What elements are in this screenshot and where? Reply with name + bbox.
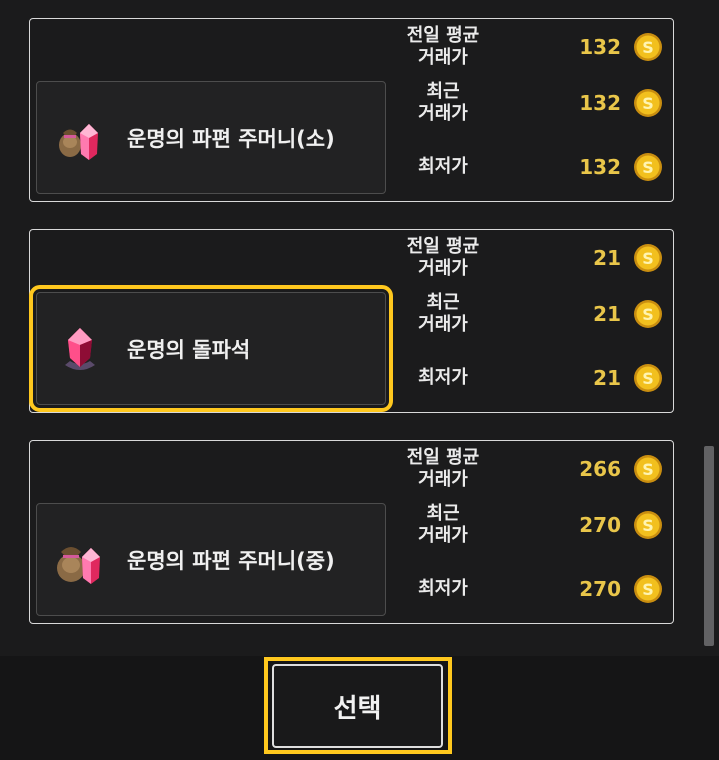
svg-text:S: S [642,38,654,57]
price-row-recent: 최근 거래가 132 S [390,75,675,131]
item-cell[interactable]: 운명의 파편 주머니(중) [36,503,386,616]
item-cell[interactable]: 운명의 파편 주머니(소) [36,81,386,194]
item-name: 운명의 파편 주머니(소) [127,126,335,151]
item-card: 운명의 파편 주머니(중) 전일 평균 거래가 266 S 최근 거래가 270 S [29,440,674,624]
price-value: 266 [579,457,621,481]
gold-coin-icon: S [634,33,662,61]
gold-coin-icon: S [634,575,662,603]
item-card: 운명의 파편 주머니(소) 전일 평균 거래가 132 S 최근 거래가 132 S [29,18,674,202]
price-value: 270 [579,513,621,537]
svg-text:S: S [642,580,654,599]
pouch-with-gem-icon [59,124,98,160]
price-value: 21 [593,246,621,270]
svg-text:S: S [642,305,654,324]
price-label: 최근 거래가 [418,81,468,124]
price-row-lowest: 최저가 270 S [390,561,675,617]
price-value: 132 [579,155,621,179]
svg-text:S: S [642,249,654,268]
item-cell[interactable]: 운명의 돌파석 [29,285,393,412]
svg-text:S: S [642,369,654,388]
svg-text:S: S [642,158,654,177]
price-row-lowest: 최저가 132 S [390,139,675,195]
price-value: 132 [579,35,621,59]
svg-text:S: S [642,460,654,479]
price-label: 최저가 [418,578,468,599]
gold-coin-icon: S [634,455,662,483]
price-row-recent: 최근 거래가 270 S [390,497,675,553]
gold-coin-icon: S [634,300,662,328]
scrollbar-thumb[interactable] [704,446,714,646]
price-label: 전일 평균 거래가 [406,447,480,490]
price-label: 최근 거래가 [418,503,468,546]
gold-coin-icon: S [634,364,662,392]
select-button[interactable]: 선택 [272,664,443,748]
price-row-lowest: 최저가 21 S [390,350,675,406]
gold-coin-icon: S [634,511,662,539]
price-row-yesterday-average: 전일 평균 거래가 21 S [390,230,675,286]
price-value: 132 [579,91,621,115]
price-row-recent: 최근 거래가 21 S [390,286,675,342]
gold-coin-icon: S [634,153,662,181]
price-label: 전일 평균 거래가 [406,236,480,279]
price-label: 전일 평균 거래가 [406,25,480,68]
price-row-yesterday-average: 전일 평균 거래가 132 S [390,19,675,75]
price-label: 최근 거래가 [418,292,468,335]
price-label: 최저가 [418,156,468,177]
price-value: 270 [579,577,621,601]
price-value: 21 [593,302,621,326]
svg-text:S: S [642,94,654,113]
price-value: 21 [593,366,621,390]
price-label: 최저가 [418,367,468,388]
svg-text:S: S [642,516,654,535]
item-name: 운명의 돌파석 [127,337,251,362]
item-name: 운명의 파편 주머니(중) [127,548,335,573]
gold-coin-icon: S [634,89,662,117]
red-crystal-icon [65,328,95,370]
item-list: 운명의 파편 주머니(소) 전일 평균 거래가 132 S 최근 거래가 132 S [0,0,719,656]
gold-coin-icon: S [634,244,662,272]
large-pouch-with-gem-icon [57,547,100,584]
price-row-yesterday-average: 전일 평균 거래가 266 S [390,441,675,497]
item-card: 운명의 돌파석 전일 평균 거래가 21 S 최근 거래가 21 S 최저가 2… [29,229,674,413]
